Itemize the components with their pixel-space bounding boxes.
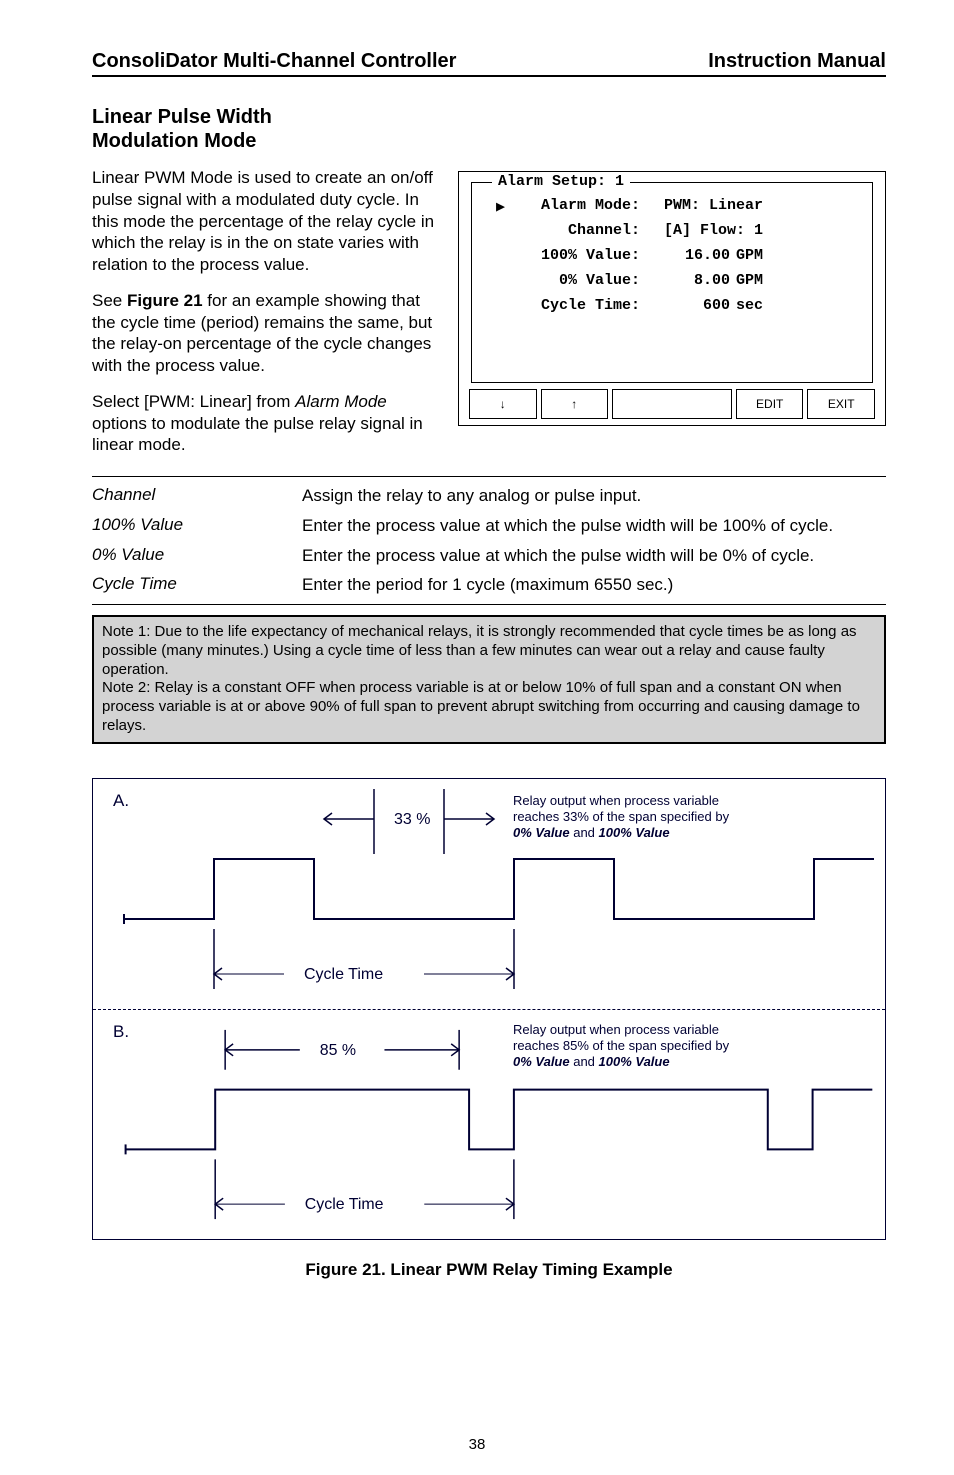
def-body: Assign the relay to any analog or pulse … <box>302 485 886 507</box>
section-title: Linear Pulse Width Modulation Mode <box>92 105 886 153</box>
header-right: Instruction Manual <box>708 50 886 73</box>
intro-para-2: See Figure 21 for an example showing tha… <box>92 290 440 377</box>
note-2: Note 2: Relay is a constant OFF when pro… <box>102 679 860 734</box>
section-title-line2: Modulation Mode <box>92 130 256 152</box>
lcd-value: 8.00 <box>640 272 730 289</box>
lcd-row-0pct: 0% Value: 8.00 GPM <box>490 272 854 289</box>
up-button[interactable]: ↑ <box>541 389 609 419</box>
lcd-label: 100% Value: <box>490 247 640 264</box>
note-1: Note 1: Due to the life expectancy of me… <box>102 623 857 678</box>
desc-b-100pct: 100% Value <box>599 1054 670 1069</box>
page-number: 38 <box>0 1436 954 1453</box>
lcd-row-channel: Channel: [A] Flow: 1 <box>490 222 854 239</box>
def-term: 0% Value <box>92 545 302 567</box>
desc-a-0pct: 0% Value <box>513 825 570 840</box>
def-term: Channel <box>92 485 302 507</box>
desc-a-l2: reaches 33% of the span specified by <box>513 809 729 824</box>
lcd-label: Cycle Time: <box>490 297 640 314</box>
header-left: ConsoliDator Multi-Channel Controller <box>92 50 456 73</box>
panel-b-letter: B. <box>113 1022 129 1042</box>
lcd-value-text: PWM: Linear <box>664 197 763 214</box>
timing-svg-b: 85 % Cycle Time <box>93 1010 885 1239</box>
lcd-row-100pct: 100% Value: 16.00 GPM <box>490 247 854 264</box>
cycle-time-label-a: Cycle Time <box>304 966 383 983</box>
def-row: Cycle Time Enter the period for 1 cycle … <box>92 574 886 596</box>
lcd-column: Alarm Setup: 1 ▶ Alarm Mode: PWM: Linear… <box>458 167 886 470</box>
lcd-unit: GPM <box>730 272 790 289</box>
def-term: 100% Value <box>92 515 302 537</box>
desc-b-0pct: 0% Value <box>513 1054 570 1069</box>
pointer-icon: ▶ <box>496 197 505 216</box>
divider <box>92 604 886 605</box>
panel-a-description: Relay output when process variable reach… <box>513 793 729 842</box>
lcd-row-alarm-mode: ▶ Alarm Mode: PWM: Linear <box>490 197 854 214</box>
timing-panel-b: B. Relay output when process variable re… <box>93 1009 885 1239</box>
desc-a-and: and <box>570 825 599 840</box>
p3a: Select [PWM: Linear] from <box>92 392 295 411</box>
pct85-label: 85 % <box>320 1041 356 1058</box>
def-body: Enter the process value at which the pul… <box>302 515 886 537</box>
timing-svg-a: 33 % Cycle Time <box>93 779 885 1009</box>
desc-b-l2: reaches 85% of the span specified by <box>513 1038 729 1053</box>
def-row: 100% Value Enter the process value at wh… <box>92 515 886 537</box>
def-body: Enter the period for 1 cycle (maximum 65… <box>302 574 886 596</box>
lcd-row-cycle-time: Cycle Time: 600 sec <box>490 297 854 314</box>
lcd-screen: Alarm Setup: 1 ▶ Alarm Mode: PWM: Linear… <box>458 171 886 426</box>
p3b: options to modulate the pulse relay sign… <box>92 414 423 455</box>
desc-a-100pct: 100% Value <box>599 825 670 840</box>
lcd-unit: sec <box>730 297 790 314</box>
lcd-fieldset: Alarm Setup: 1 ▶ Alarm Mode: PWM: Linear… <box>471 182 873 383</box>
timing-panel-a: A. Relay output when process variable re… <box>93 779 885 1009</box>
lcd-label: Channel: <box>490 222 640 239</box>
blank-button[interactable] <box>612 389 732 419</box>
def-row: 0% Value Enter the process value at whic… <box>92 545 886 567</box>
section-title-line1: Linear Pulse Width <box>92 106 272 128</box>
cycle-time-label-b: Cycle Time <box>305 1196 384 1213</box>
p2-bold: Figure 21 <box>127 291 203 310</box>
intro-text-column: Linear PWM Mode is used to create an on/… <box>92 167 440 470</box>
desc-a-l1: Relay output when process variable <box>513 793 719 808</box>
lcd-label: 0% Value: <box>490 272 640 289</box>
def-term: Cycle Time <box>92 574 302 596</box>
exit-button[interactable]: EXIT <box>807 389 875 419</box>
def-body: Enter the process value at which the pul… <box>302 545 886 567</box>
down-button[interactable]: ↓ <box>469 389 537 419</box>
definition-list: Channel Assign the relay to any analog o… <box>92 485 886 596</box>
lcd-legend: Alarm Setup: 1 <box>492 173 630 190</box>
p3-italic: Alarm Mode <box>295 392 387 411</box>
def-row: Channel Assign the relay to any analog o… <box>92 485 886 507</box>
edit-button[interactable]: EDIT <box>736 389 804 419</box>
lcd-value: 16.00 <box>640 247 730 264</box>
intro-two-column: Linear PWM Mode is used to create an on/… <box>92 167 886 470</box>
lcd-button-row: ↓ ↑ EDIT EXIT <box>469 389 875 419</box>
desc-b-l1: Relay output when process variable <box>513 1022 719 1037</box>
intro-para-1: Linear PWM Mode is used to create an on/… <box>92 167 440 276</box>
intro-para-3: Select [PWM: Linear] from Alarm Mode opt… <box>92 391 440 456</box>
divider <box>92 476 886 477</box>
pct33-label: 33 % <box>394 811 430 828</box>
lcd-value-text: [A] Flow: 1 <box>664 222 763 239</box>
note-box: Note 1: Due to the life expectancy of me… <box>92 615 886 744</box>
panel-a-letter: A. <box>113 791 129 811</box>
figure-caption: Figure 21. Linear PWM Relay Timing Examp… <box>92 1260 886 1280</box>
desc-b-and: and <box>570 1054 599 1069</box>
panel-b-description: Relay output when process variable reach… <box>513 1022 729 1071</box>
timing-diagram: A. Relay output when process variable re… <box>92 778 886 1240</box>
lcd-unit: GPM <box>730 247 790 264</box>
lcd-value: 600 <box>640 297 730 314</box>
lcd-label: Alarm Mode: <box>490 197 640 214</box>
p2a: See <box>92 291 127 310</box>
page-header: ConsoliDator Multi-Channel Controller In… <box>92 50 886 77</box>
